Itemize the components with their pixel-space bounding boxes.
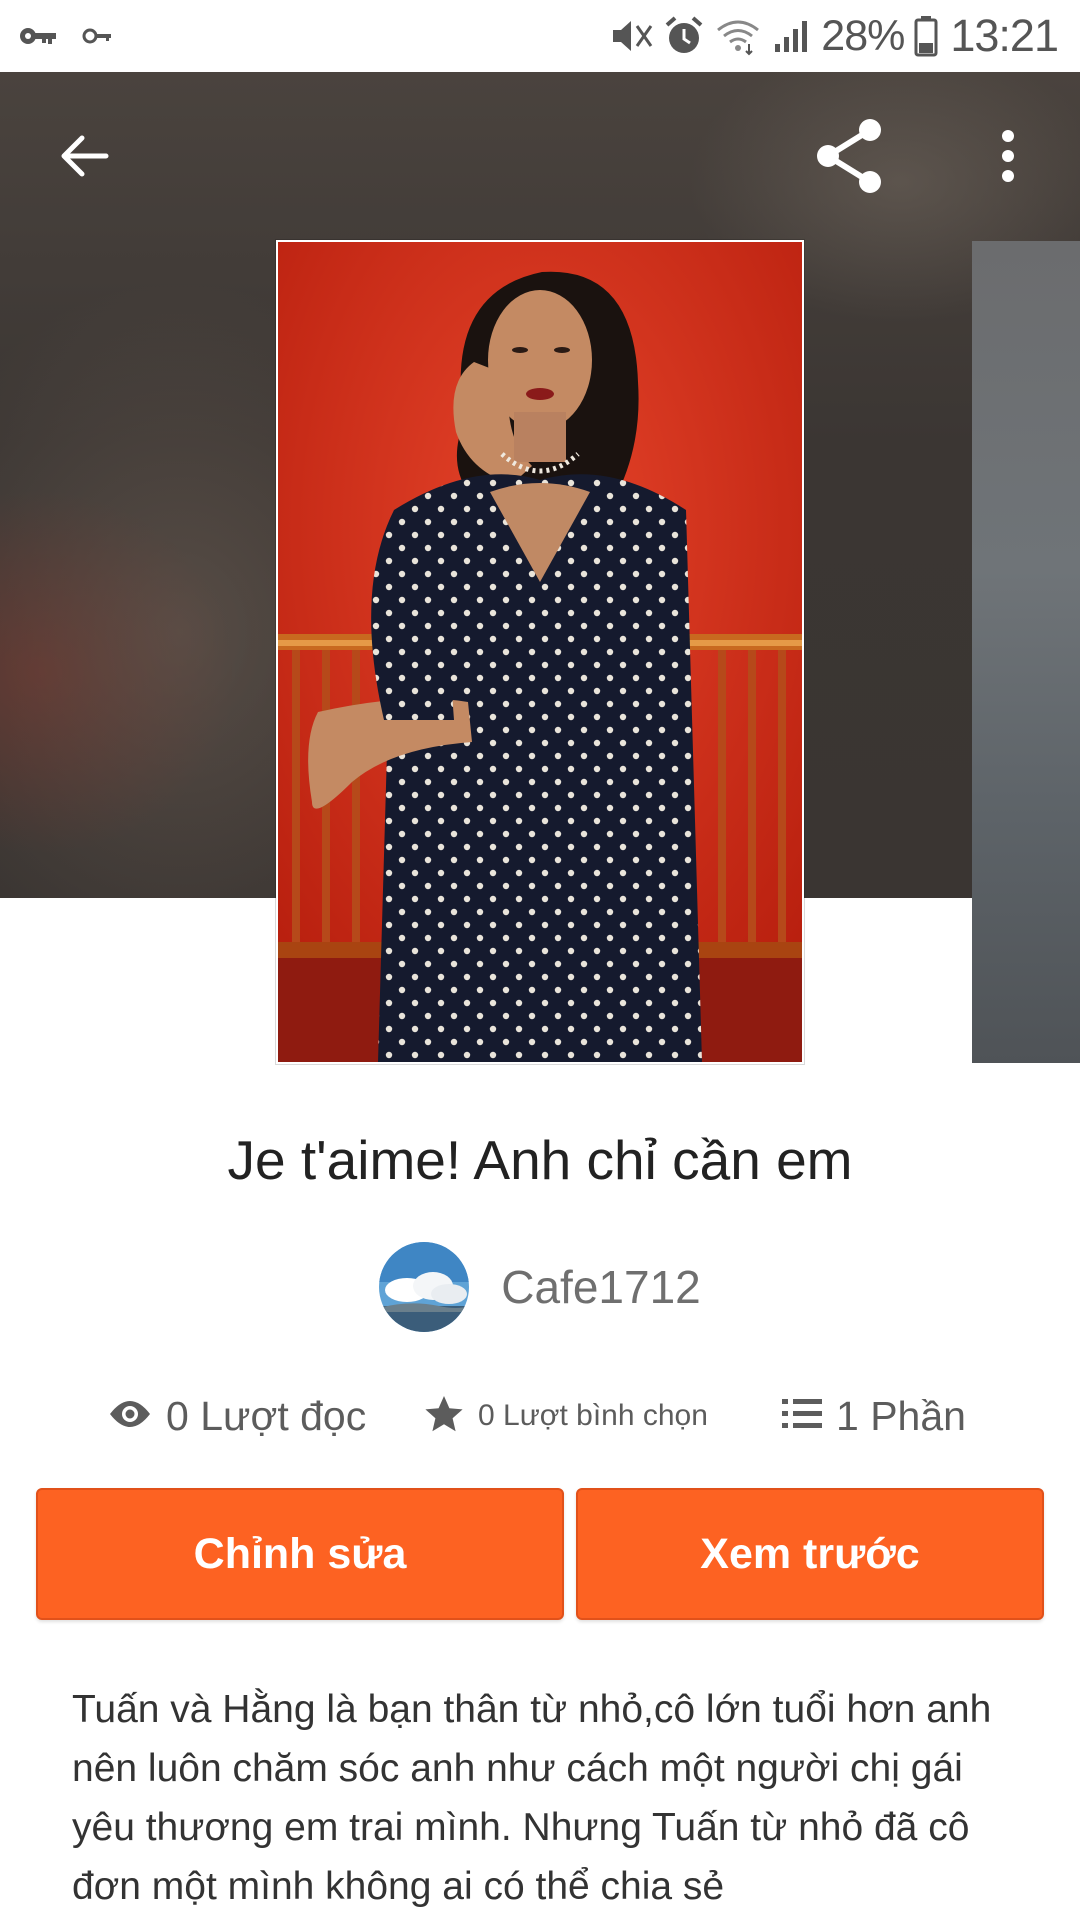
status-bar: 28% 13:21 <box>0 0 1080 72</box>
story-stats: 0 Lượt đọc 0 Lượt bình chọn 1 Phần <box>0 1386 1080 1446</box>
author-name[interactable]: Cafe1712 <box>501 1260 701 1314</box>
wifi-icon <box>715 16 761 56</box>
key-icon <box>18 24 58 48</box>
status-right: 28% 13:21 <box>609 10 1059 62</box>
author-row[interactable]: Cafe1712 <box>0 1242 1080 1332</box>
signal-icon <box>771 16 811 56</box>
story-title: Je t'aime! Anh chỉ cần em <box>227 1129 853 1191</box>
votes-count: 0 Lượt bình chọn <box>478 1399 708 1432</box>
toolbar <box>0 72 1080 242</box>
battery-icon <box>914 15 938 57</box>
story-description: Tuấn và Hằng là bạn thân từ nhỏ,cô lớn t… <box>72 1688 992 1908</box>
preview-button[interactable]: Xem trước <box>576 1488 1044 1620</box>
key-small-icon <box>82 26 112 46</box>
edit-button[interactable]: Chỉnh sửa <box>36 1488 564 1620</box>
story-cover[interactable] <box>276 240 804 1064</box>
status-time: 13:21 <box>950 10 1059 61</box>
parts-count: 1 Phần <box>836 1392 966 1439</box>
battery-percent: 28% <box>821 11 905 60</box>
votes-stat: 0 Lượt bình chọn <box>424 1386 708 1446</box>
avatar[interactable] <box>379 1242 470 1332</box>
mute-icon <box>609 16 653 56</box>
eye-icon <box>108 1399 152 1434</box>
share-icon <box>812 118 888 199</box>
alarm-icon <box>663 15 705 57</box>
share-button[interactable] <box>802 110 898 206</box>
more-options-button[interactable] <box>960 110 1056 206</box>
more-vertical-icon <box>998 128 1018 189</box>
list-icon <box>782 1397 822 1436</box>
reads-stat: 0 Lượt đọc <box>108 1386 366 1446</box>
back-button[interactable] <box>36 110 132 206</box>
next-cover-peek[interactable] <box>972 241 1080 1063</box>
reads-count: 0 Lượt đọc <box>166 1392 367 1439</box>
back-arrow-icon <box>58 132 110 185</box>
status-left <box>18 18 112 54</box>
star-icon <box>424 1394 464 1439</box>
parts-stat: 1 Phần <box>782 1386 966 1446</box>
